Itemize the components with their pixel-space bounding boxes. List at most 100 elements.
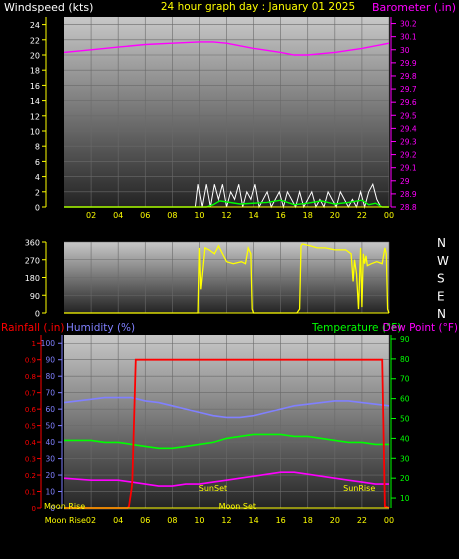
wind-x-tick-label: 02 <box>86 211 96 220</box>
humidity-tick-label: 70 <box>45 389 55 398</box>
barometer-header: Barometer (.in) <box>372 1 456 14</box>
weather-graph: Windspeed (kts) 24 hour graph day : Janu… <box>0 0 459 555</box>
temperature-tick-label: 40 <box>400 434 410 443</box>
wind-x-tick-label: 08 <box>167 211 177 220</box>
wind-tick-label: 6 <box>35 158 40 167</box>
temp-x-tick-label: 08 <box>167 516 177 525</box>
wind-tick-label: 16 <box>30 82 40 91</box>
temp-x-tick-label: 06 <box>140 516 150 525</box>
barometer-tick-label: 29.6 <box>400 98 417 107</box>
compass-label: N <box>437 307 446 321</box>
direction-tick-label: 0 <box>35 310 40 319</box>
barometer-tick-label: 29.9 <box>400 59 417 68</box>
barometer-tick-label: 28.8 <box>400 203 417 212</box>
rainfall-tick-label: 0 <box>32 505 36 513</box>
temperature-tick-label: 10 <box>400 494 410 503</box>
wind-tick-label: 14 <box>30 97 40 106</box>
temp-x-tick-label: 14 <box>248 516 258 525</box>
barometer-tick-label: 29.1 <box>400 164 417 173</box>
barometer-tick-label: 29 <box>400 177 410 186</box>
wind-tick-label: 4 <box>35 173 40 182</box>
wind-x-tick-label: 06 <box>140 211 150 220</box>
rainfall-tick-label: 0.6 <box>25 406 37 414</box>
rainfall-tick-label: 0.1 <box>25 489 36 497</box>
windspeed-header: Windspeed (kts) <box>4 1 93 14</box>
temperature-tick-label: 80 <box>400 355 410 364</box>
compass-label: S <box>437 272 445 286</box>
wind-x-tick-label: 14 <box>248 211 258 220</box>
annotation-label: SunSet <box>199 484 227 493</box>
temp-x-tick-label: 04 <box>113 516 123 525</box>
barometer-tick-label: 29.2 <box>400 151 417 160</box>
rainfall-tick-label: 0.4 <box>25 439 37 447</box>
temperature-tick-label: 70 <box>400 375 410 384</box>
wind-tick-label: 18 <box>30 67 40 76</box>
temperature-tick-label: 20 <box>400 474 410 483</box>
rainfall-header: Rainfall (.in) <box>1 322 64 334</box>
temp-x-tick-label: 16 <box>276 516 286 525</box>
temperature-tick-label: 50 <box>400 415 410 424</box>
wind-x-tick-label: 20 <box>330 211 340 220</box>
temp-x-tick-label: 12 <box>221 516 231 525</box>
chart-title: 24 hour graph day : January 01 2025 <box>161 1 355 13</box>
temperature-tick-label: 90 <box>400 335 410 344</box>
wind-tick-label: 20 <box>30 52 40 61</box>
wind-tick-label: 12 <box>30 112 40 121</box>
rainfall-tick-label: 0.7 <box>25 390 36 398</box>
weather-graph-canvas: Windspeed (kts) 24 hour graph day : Janu… <box>1 1 458 525</box>
wind-tick-label: 8 <box>35 143 40 152</box>
annotation-label: Moon Rise <box>44 502 85 511</box>
rainfall-tick-label: 0.9 <box>25 357 36 365</box>
humidity-tick-label: 20 <box>45 471 55 480</box>
wind-tick-label: 2 <box>35 188 40 197</box>
rainfall-tick-label: 0.2 <box>25 472 36 480</box>
wind-x-tick-label: 16 <box>276 211 286 220</box>
direction-tick-label: 270 <box>25 256 40 265</box>
humidity-tick-label: 90 <box>45 356 55 365</box>
temp-x-tick-label: 10 <box>194 516 204 525</box>
barometer-tick-label: 28.9 <box>400 190 417 199</box>
barometer-tick-label: 30 <box>400 46 410 55</box>
humidity-tick-label: 100 <box>41 339 56 348</box>
wind-tick-label: 24 <box>30 21 40 30</box>
rainfall-tick-label: 0.5 <box>25 423 36 431</box>
wind-x-tick-label: 12 <box>221 211 231 220</box>
humidity-header: Humidity (%) <box>66 322 135 334</box>
compass-label: N <box>437 236 446 250</box>
barometer-tick-label: 29.3 <box>400 137 417 146</box>
direction-tick-label: 90 <box>30 292 40 301</box>
annotation-label: Moon Set <box>219 502 256 511</box>
rainfall-tick-label: 1 <box>32 340 36 348</box>
barometer-tick-label: 29.4 <box>400 124 417 133</box>
temp-x-first-label: Moon Rise02 <box>45 516 96 525</box>
rainfall-tick-label: 0.3 <box>25 456 36 464</box>
humidity-tick-label: 80 <box>45 372 55 381</box>
wind-tick-label: 0 <box>35 204 40 213</box>
barometer-tick-label: 29.8 <box>400 72 417 81</box>
temp-x-tick-label: 20 <box>330 516 340 525</box>
wind-x-tick-label: 22 <box>357 211 367 220</box>
humidity-tick-label: 50 <box>45 422 55 431</box>
direction-tick-label: 180 <box>25 274 40 283</box>
direction-tick-label: 360 <box>25 239 40 248</box>
barometer-tick-label: 29.7 <box>400 85 417 94</box>
temp-x-tick-label: 18 <box>303 516 313 525</box>
dewpoint-header: Dew Point (°F) <box>383 322 458 334</box>
wind-x-tick-label: 10 <box>194 211 204 220</box>
wind-x-tick-label: 00 <box>384 211 394 220</box>
wind-tick-label: 22 <box>30 36 40 45</box>
humidity-tick-label: 60 <box>45 405 55 414</box>
temp-x-tick-label: 00 <box>384 516 394 525</box>
temperature-tick-label: 60 <box>400 395 410 404</box>
wind-tick-label: 10 <box>30 128 40 137</box>
barometer-tick-label: 30.2 <box>400 20 417 29</box>
barometer-tick-label: 30.1 <box>400 33 417 42</box>
wind-x-tick-label: 18 <box>303 211 313 220</box>
humidity-tick-label: 40 <box>45 438 55 447</box>
humidity-tick-label: 30 <box>45 455 55 464</box>
rainfall-tick-label: 0.8 <box>25 373 36 381</box>
wind-x-tick-label: 04 <box>113 211 123 220</box>
humidity-tick-label: 10 <box>45 488 55 497</box>
temp-x-tick-label: 22 <box>357 516 367 525</box>
annotation-label: SunRise <box>343 484 375 493</box>
